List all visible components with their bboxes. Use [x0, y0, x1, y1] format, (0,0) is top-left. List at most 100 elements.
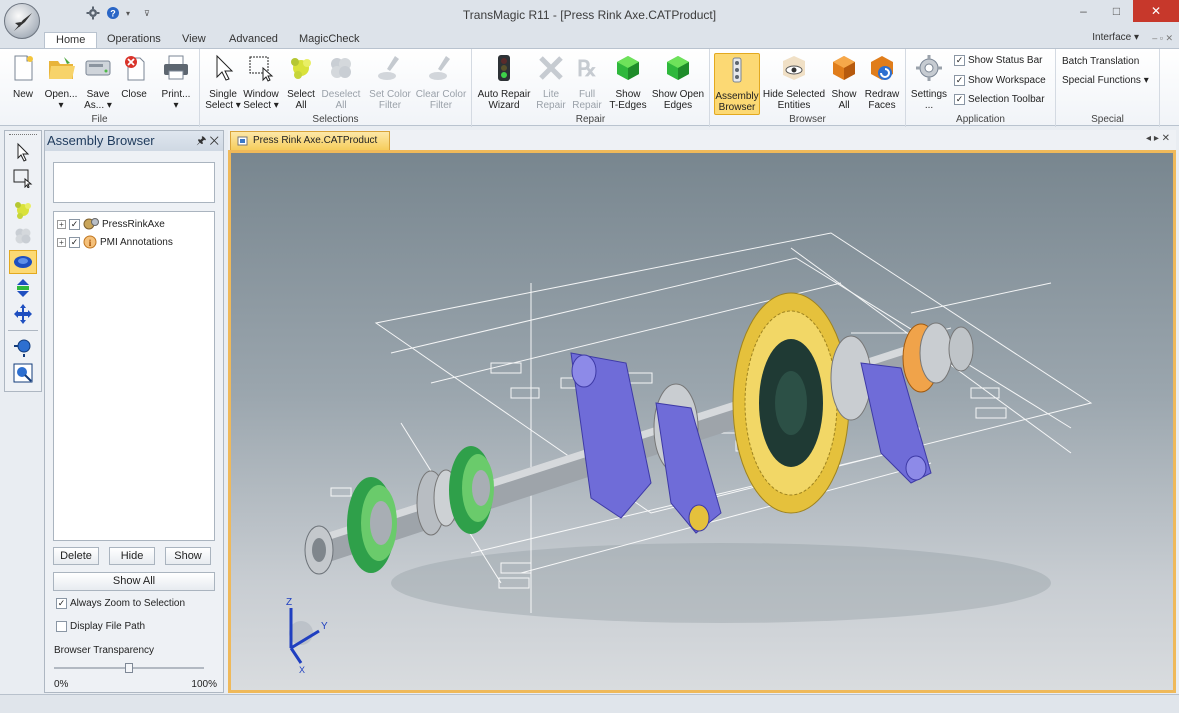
- redraw-faces-button[interactable]: Redraw Faces: [862, 53, 902, 111]
- info-icon: i: [83, 235, 97, 249]
- tab-view[interactable]: View: [171, 32, 217, 48]
- pan-vertical-tool[interactable]: [9, 276, 37, 300]
- show-workspace-label: Show Workspace: [968, 75, 1046, 86]
- slider-thumb[interactable]: [125, 663, 133, 673]
- deselect-all-sub-label: All: [335, 100, 347, 111]
- select-all-icon: [291, 58, 311, 79]
- panel-close-icon[interactable]: ✕: [209, 135, 219, 147]
- pan-tool[interactable]: [9, 302, 37, 326]
- ribbon: New Open... ▾ Save As... ▾ Close Print..…: [0, 48, 1179, 127]
- maximize-button[interactable]: □: [1100, 0, 1133, 22]
- selection-toolbar-checkbox[interactable]: ✓ Selection Toolbar: [954, 94, 1045, 105]
- show-button[interactable]: Show: [165, 547, 211, 565]
- close-file-button[interactable]: Close: [118, 53, 150, 100]
- check-icon[interactable]: ✓: [69, 236, 80, 248]
- document-tab[interactable]: Press Rink Axe.CATProduct: [230, 131, 391, 150]
- clear-color-sub-label: Filter: [429, 100, 453, 111]
- assembly-browser-sub-label: Browser: [718, 102, 756, 113]
- select-cursor-tool[interactable]: [9, 140, 37, 164]
- lite-repair-label: Lite: [542, 89, 560, 100]
- group-repair-label: Repair: [575, 114, 606, 125]
- show-all-panel-button[interactable]: Show All: [53, 572, 215, 591]
- display-file-path-checkbox[interactable]: Display File Path: [56, 621, 145, 632]
- check-icon: ✓: [954, 55, 965, 66]
- set-color-filter-button[interactable]: Set Color Filter: [366, 53, 414, 111]
- zoom-point-icon: [14, 339, 31, 357]
- tree-node-pmi-annotations[interactable]: + ✓ i PMI Annotations: [54, 233, 214, 251]
- save-drive-icon: [85, 60, 111, 76]
- deselect-all-button[interactable]: Deselect All: [320, 53, 362, 111]
- delete-button[interactable]: Delete: [53, 547, 99, 565]
- deselect-all-tool[interactable]: [9, 224, 37, 248]
- tree-node-pressrinkaxe[interactable]: + ✓ PressRinkAxe: [54, 215, 214, 233]
- rotate-view-tool[interactable]: [9, 250, 37, 274]
- redraw-label: Redraw: [864, 89, 900, 100]
- clear-color-filter-button[interactable]: Clear Color Filter: [414, 53, 468, 111]
- window-select-dropdown-label: Select ▾: [243, 100, 279, 111]
- deselect-all-icon: [15, 228, 31, 244]
- assembly-browser-button[interactable]: Assembly Browser: [714, 53, 760, 115]
- single-select-button[interactable]: Single Select ▾: [204, 53, 242, 111]
- transparency-slider[interactable]: [54, 663, 204, 673]
- save-label: Save: [86, 89, 110, 100]
- group-special: Batch Translation Special Functions ▾ Sp…: [1056, 49, 1160, 127]
- always-zoom-checkbox[interactable]: ✓ Always Zoom to Selection: [56, 598, 185, 609]
- hide-button[interactable]: Hide: [109, 547, 155, 565]
- group-application: Settings ... ✓ Show Status Bar ✓ Show Work…: [906, 49, 1056, 127]
- transparency-label: Browser Transparency: [54, 645, 155, 656]
- settings-sub-label: ...: [924, 100, 934, 111]
- select-all-button[interactable]: Select All: [284, 53, 318, 111]
- show-all-button[interactable]: Show All: [828, 53, 860, 111]
- expand-icon[interactable]: +: [57, 219, 66, 229]
- hide-selected-label: Hide Selected: [762, 89, 826, 100]
- tab-advanced[interactable]: Advanced: [218, 32, 289, 48]
- new-button[interactable]: New: [6, 53, 40, 100]
- display-path-label: Display File Path: [70, 621, 146, 632]
- tab-home[interactable]: Home: [44, 32, 98, 48]
- batch-translation-button[interactable]: Batch Translation: [1062, 56, 1139, 67]
- window-select-tool[interactable]: [9, 166, 37, 190]
- hide-selected-entities-button[interactable]: Hide Selected Entities: [762, 53, 826, 111]
- status-bar: [0, 694, 1179, 713]
- new-file-icon: [14, 55, 33, 81]
- settings-button[interactable]: Settings ...: [908, 53, 950, 111]
- mdi-controls[interactable]: – ▫ ✕: [1152, 33, 1173, 44]
- filter-box[interactable]: [53, 162, 215, 203]
- folder-open-icon: [49, 57, 75, 79]
- empty-checkbox-icon: [56, 621, 67, 632]
- lite-repair-button[interactable]: Lite Repair: [536, 53, 566, 111]
- full-repair-button[interactable]: ℞ Full Repair: [570, 53, 604, 111]
- minimize-button[interactable]: –: [1067, 0, 1100, 22]
- auto-repair-wizard-button[interactable]: Auto Repair Wizard: [474, 53, 534, 111]
- show-open-edges-button[interactable]: Show Open Edges: [650, 53, 706, 111]
- document-tab-controls[interactable]: ◂ ▸ ✕: [1146, 133, 1170, 144]
- window-select-button[interactable]: Window Select ▾: [240, 53, 282, 111]
- pin-icon[interactable]: 🖈: [196, 135, 206, 147]
- tab-operations[interactable]: Operations: [96, 32, 172, 48]
- expand-icon[interactable]: +: [57, 237, 66, 247]
- zoom-point-tool[interactable]: [9, 335, 37, 359]
- show-workspace-checkbox[interactable]: ✓ Show Workspace: [954, 75, 1046, 86]
- show-t-edges-button[interactable]: Show T-Edges: [608, 53, 648, 111]
- print-button[interactable]: Print... ▾: [158, 53, 194, 111]
- 3d-viewport[interactable]: Z Y X: [228, 150, 1176, 693]
- rx-icon: ℞: [577, 56, 597, 81]
- window-select-icon: [249, 56, 274, 82]
- zoom-window-tool[interactable]: [9, 361, 37, 385]
- interface-menu[interactable]: Interface ▾: [1092, 32, 1139, 43]
- select-all-tool[interactable]: [9, 198, 37, 222]
- print-label: Print...: [161, 89, 191, 100]
- cursor-arrow-icon: [17, 142, 30, 162]
- print-dropdown-label: ▾: [173, 100, 179, 111]
- close-button[interactable]: ✕: [1133, 0, 1179, 22]
- app-menu-button[interactable]: [4, 3, 40, 39]
- group-selections-label: Selections: [312, 114, 359, 125]
- tree-node-label: PressRinkAxe: [102, 218, 165, 230]
- open-button[interactable]: Open... ▾: [42, 53, 80, 111]
- tab-magiccheck[interactable]: MagicCheck: [288, 32, 371, 48]
- panel-title: Assembly Browser: [47, 133, 155, 148]
- show-status-bar-checkbox[interactable]: ✓ Show Status Bar: [954, 55, 1042, 66]
- special-functions-button[interactable]: Special Functions ▾: [1062, 75, 1149, 86]
- check-icon[interactable]: ✓: [69, 218, 80, 230]
- save-as-button[interactable]: Save As... ▾: [82, 53, 114, 111]
